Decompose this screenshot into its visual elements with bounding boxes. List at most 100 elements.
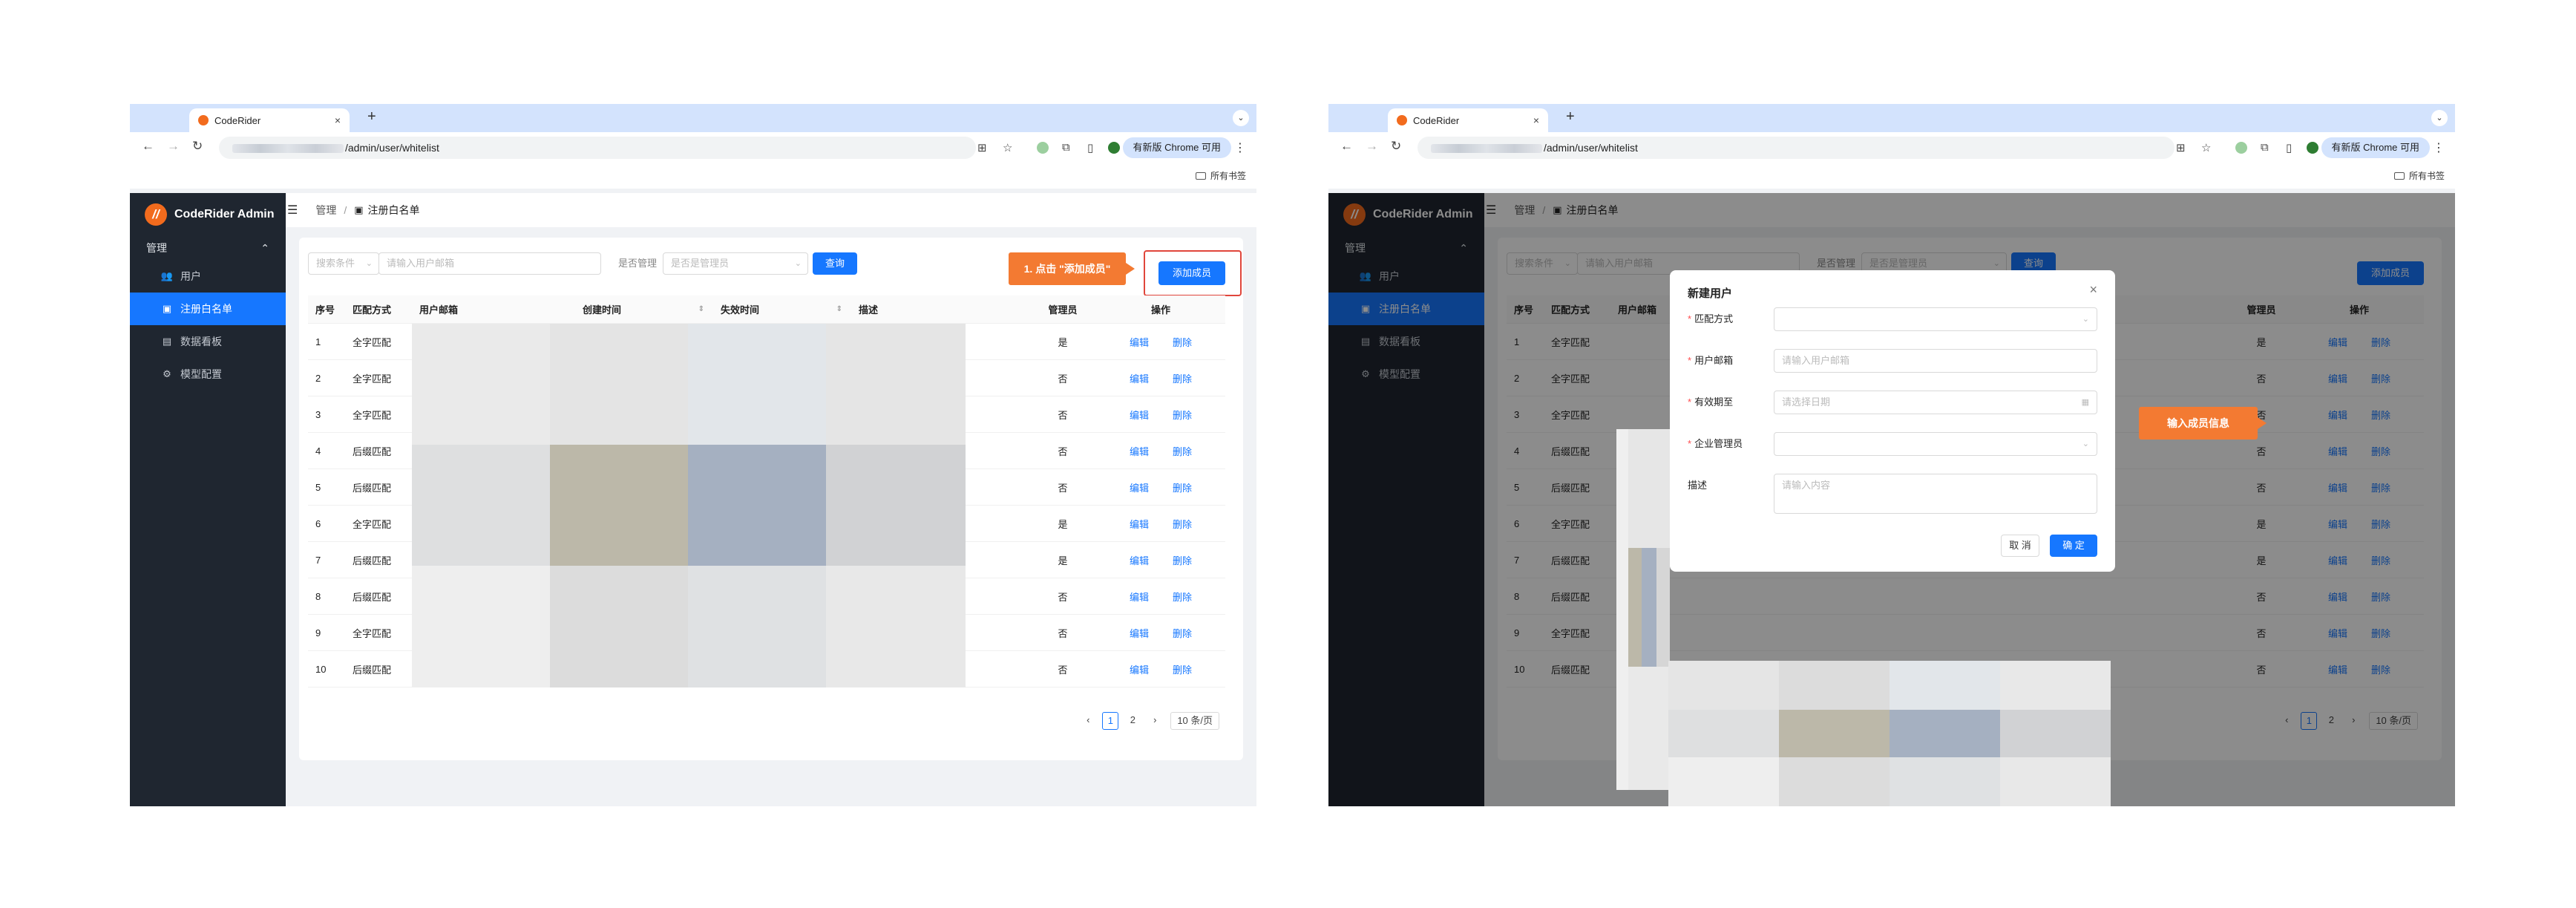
chrome-update-button[interactable]: 有新版 Chrome 可用	[1122, 137, 1231, 158]
sidebar-item-users[interactable]: 👥 用户	[130, 260, 286, 293]
sort-icon[interactable]: ⇕	[836, 305, 842, 313]
description-textarea[interactable]: 请输入内容	[1774, 474, 2097, 514]
email-search-input[interactable]: 请输入用户邮箱	[378, 252, 601, 275]
edit-link[interactable]: 编辑	[1130, 589, 1149, 604]
all-bookmarks[interactable]: 所有书签	[1195, 169, 1246, 182]
menu-group-manage[interactable]: 管理 ⌃	[130, 236, 286, 260]
page-2[interactable]: 2	[1124, 712, 1141, 730]
edit-link[interactable]: 编辑	[1130, 371, 1149, 385]
breadcrumb-root[interactable]: 管理	[315, 203, 336, 218]
step2-callout: 输入成员信息	[2139, 407, 2267, 440]
expire-date-picker[interactable]: 请选择日期 ▦	[1774, 391, 2097, 414]
edit-link[interactable]: 编辑	[1130, 480, 1149, 494]
chevron-down-icon: ⌄	[794, 259, 802, 268]
delete-link[interactable]: 删除	[1173, 444, 1192, 458]
forward-icon[interactable]: →	[1366, 139, 1378, 154]
profile-avatar[interactable]	[2307, 142, 2318, 154]
profile-avatar[interactable]	[1108, 142, 1120, 154]
chevron-down-icon: ⌄	[365, 259, 373, 268]
tab-close-icon[interactable]: ×	[1533, 114, 1539, 126]
new-tab-icon[interactable]: +	[367, 108, 376, 125]
delete-link[interactable]: 删除	[1173, 408, 1192, 422]
tab-title: CodeRider	[1413, 114, 1460, 126]
page-header: ☰ 管理 / ▣ 注册白名单	[286, 193, 1256, 227]
address-bar[interactable]: /admin/user/whitelist	[1418, 137, 2174, 159]
query-button[interactable]: 查询	[813, 252, 857, 275]
ok-button[interactable]: 确 定	[2050, 535, 2097, 557]
delete-link[interactable]: 删除	[1173, 662, 1192, 676]
bookmark-star-icon[interactable]: ☆	[2201, 141, 2211, 154]
tab-close-icon[interactable]: ×	[335, 114, 341, 126]
sidebar-item-dashboard[interactable]: ▤ 数据看板	[130, 325, 286, 358]
delete-link[interactable]: 删除	[1173, 589, 1192, 604]
col-index: 序号	[315, 304, 335, 316]
col-expire[interactable]: 失效时间 ⇕	[713, 295, 851, 323]
col-match: 匹配方式	[353, 304, 392, 316]
reload-icon[interactable]: ↻	[1391, 139, 1401, 154]
next-page-icon[interactable]: ›	[1147, 712, 1163, 730]
chrome-menu-icon[interactable]: ⋮	[1234, 140, 1246, 155]
cell-index: 5	[315, 481, 321, 493]
col-created[interactable]: 创建时间 ⇕	[575, 295, 713, 323]
delete-link[interactable]: 删除	[1173, 553, 1192, 567]
edit-link[interactable]: 编辑	[1130, 662, 1149, 676]
extension-green-icon[interactable]	[2235, 142, 2247, 154]
user-email-input[interactable]: 请输入用户邮箱	[1774, 349, 2097, 373]
bookmarks-bar: 所有书签	[1328, 163, 2455, 189]
forward-icon[interactable]: →	[167, 139, 180, 154]
gear-icon: ⚙	[163, 368, 171, 379]
tab-title: CodeRider	[214, 114, 261, 126]
all-bookmarks[interactable]: 所有书签	[2393, 169, 2445, 182]
bookmark-star-icon[interactable]: ☆	[1003, 141, 1012, 154]
prev-page-icon[interactable]: ‹	[1080, 712, 1096, 730]
extensions-icon[interactable]: ⧉	[2261, 141, 2269, 154]
browser-tab[interactable]: CodeRider ×	[1388, 108, 1548, 132]
translate-icon[interactable]: ⊞	[977, 141, 987, 154]
enterprise-admin-select[interactable]: ⌄	[1774, 432, 2097, 456]
edit-link[interactable]: 编辑	[1130, 444, 1149, 458]
tab-search-chevron-icon[interactable]: ⌄	[1233, 110, 1249, 126]
calendar-icon: ▦	[2081, 398, 2089, 407]
admin-select[interactable]: 是否是管理员 ⌄	[663, 252, 808, 275]
cell-match: 全字匹配	[353, 409, 392, 421]
translate-icon[interactable]: ⊞	[2176, 141, 2186, 154]
new-tab-icon[interactable]: +	[1566, 108, 1575, 125]
field-label-text: 有效期至	[1694, 396, 1734, 408]
cell-index: 7	[315, 554, 321, 566]
menu-toggle-icon[interactable]: ☰	[287, 203, 298, 218]
page-size-select[interactable]: 10 条/页	[1170, 712, 1219, 730]
close-icon[interactable]: ×	[2089, 282, 2097, 298]
side-panel-icon[interactable]: ▯	[1087, 141, 1093, 154]
condition-select[interactable]: 搜索条件 ⌄	[308, 252, 379, 275]
edit-link[interactable]: 编辑	[1130, 517, 1149, 531]
page-1[interactable]: 1	[1102, 712, 1119, 730]
extension-green-icon[interactable]	[1037, 142, 1049, 154]
match-type-select[interactable]: ⌄	[1774, 307, 2097, 331]
sidebar-item-whitelist[interactable]: ▣ 注册白名单	[130, 293, 286, 325]
edit-link[interactable]: 编辑	[1130, 553, 1149, 567]
delete-link[interactable]: 删除	[1173, 480, 1192, 494]
sidebar-item-model-config[interactable]: ⚙ 模型配置	[130, 358, 286, 391]
delete-link[interactable]: 删除	[1173, 626, 1192, 640]
edit-link[interactable]: 编辑	[1130, 335, 1149, 349]
browser-tab[interactable]: CodeRider ×	[189, 108, 350, 132]
delete-link[interactable]: 删除	[1173, 517, 1192, 531]
edit-link[interactable]: 编辑	[1130, 626, 1149, 640]
back-icon[interactable]: ←	[142, 139, 154, 154]
address-bar[interactable]: /admin/user/whitelist	[219, 137, 976, 159]
chrome-update-button[interactable]: 有新版 Chrome 可用	[2321, 137, 2430, 158]
tab-search-chevron-icon[interactable]: ⌄	[2431, 110, 2448, 126]
extensions-icon[interactable]: ⧉	[1062, 141, 1070, 154]
delete-link[interactable]: 删除	[1173, 371, 1192, 385]
delete-link[interactable]: 删除	[1173, 335, 1192, 349]
sort-icon[interactable]: ⇕	[698, 305, 704, 313]
new-user-modal: 新建用户 × * 匹配方式 ⌄ * 用户邮箱 请输入用户邮箱 * 有效期至 请选择日期…	[1670, 270, 2115, 572]
field-label: * 用户邮箱	[1688, 349, 1733, 373]
edit-link[interactable]: 编辑	[1130, 408, 1149, 422]
reload-icon[interactable]: ↻	[192, 139, 203, 154]
side-panel-icon[interactable]: ▯	[2286, 141, 2292, 154]
chrome-menu-icon[interactable]: ⋮	[2433, 140, 2445, 155]
browser-tab-bar: CodeRider × + ⌄	[130, 104, 1256, 132]
cancel-button[interactable]: 取 消	[2001, 535, 2039, 557]
back-icon[interactable]: ←	[1340, 139, 1353, 154]
